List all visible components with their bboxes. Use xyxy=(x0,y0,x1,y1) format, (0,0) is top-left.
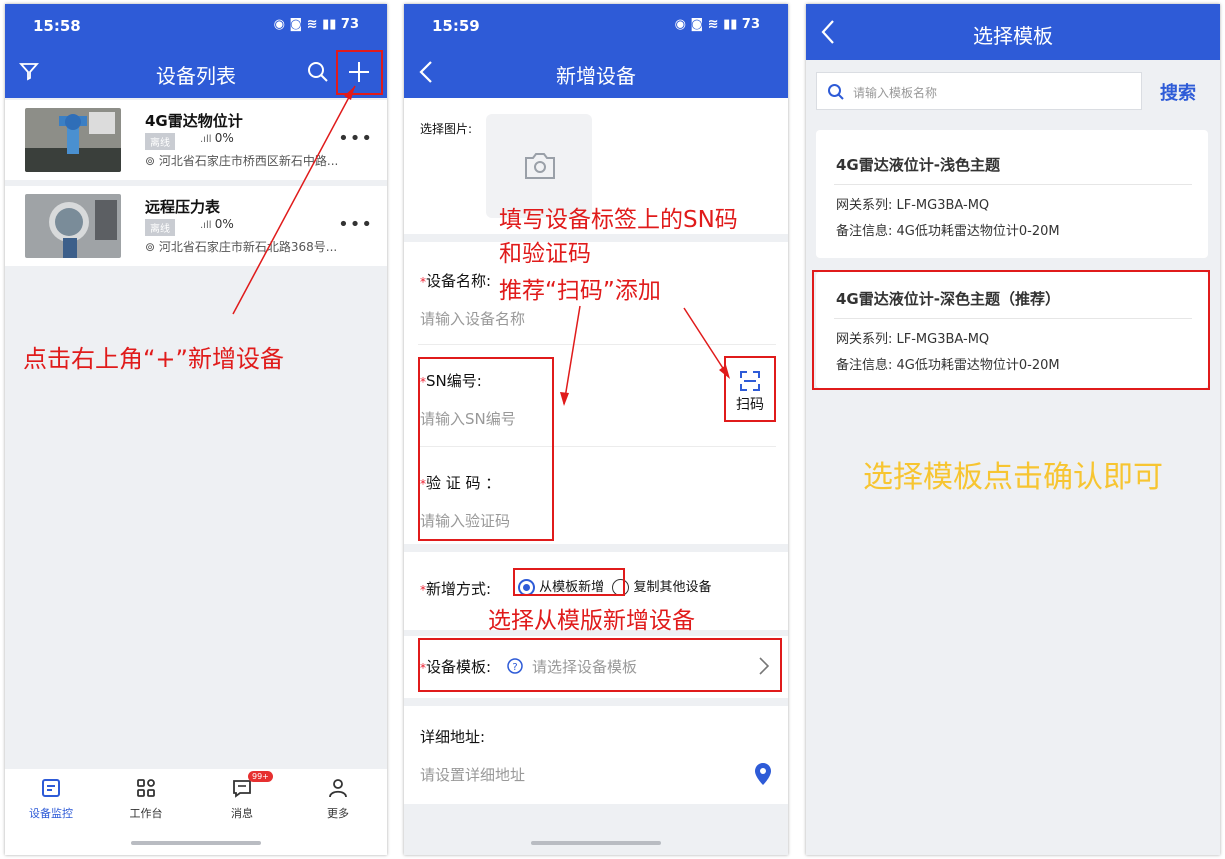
tab-device-monitor[interactable]: 设备监控 xyxy=(21,777,81,821)
annotation-add-device: 点击右上角“+”新增设备 xyxy=(23,345,284,373)
tab-more[interactable]: 更多 xyxy=(308,777,368,821)
divider xyxy=(834,184,1192,185)
search-icon xyxy=(828,84,844,100)
user-icon xyxy=(329,779,347,798)
page-title: 选择模板 xyxy=(973,24,1053,48)
bottom-tab-bar: 设备监控 工作台 消息 99+ 更多 xyxy=(5,769,387,855)
tab-label: 工作台 xyxy=(129,807,163,820)
template-card[interactable]: 4G雷达液位计-浅色主题 网关系列: LF-MG3BA-MQ 备注信息: 4G低… xyxy=(816,130,1208,258)
annotation-confirm: 选择模板点击确认即可 xyxy=(863,460,1163,495)
tab-label: 消息 xyxy=(231,807,253,820)
add-device-screen: 15:59 ◉ ◙ ≋ ▮▮ 73 新增设备 选择图片: *设备名称: 请输入设… xyxy=(404,4,788,855)
tab-label: 设备监控 xyxy=(29,807,73,820)
tab-workbench[interactable]: 工作台 xyxy=(116,777,176,821)
search-placeholder: 请输入模板名称 xyxy=(853,86,938,100)
template-name: 4G雷达液位计-浅色主题 xyxy=(836,156,1000,174)
template-gateway: 网关系列: LF-MG3BA-MQ xyxy=(836,198,990,213)
select-template-screen: 选择模板 请输入模板名称 搜索 4G雷达液位计-浅色主题 网关系列: LF-MG… xyxy=(806,4,1220,855)
annotation-arrow xyxy=(232,85,356,315)
annotation-arrows xyxy=(560,305,730,406)
search-input[interactable]: 请输入模板名称 xyxy=(816,72,1142,110)
annotation-box-template xyxy=(812,270,1210,390)
tab-label: 更多 xyxy=(327,807,349,820)
template-note: 备注信息: 4G低功耗雷达物位计0-20M xyxy=(836,224,1060,239)
unread-badge: 99+ xyxy=(248,771,273,782)
grid-icon xyxy=(137,779,155,797)
tab-messages[interactable]: 消息 99+ xyxy=(212,771,273,821)
search-button[interactable]: 搜索 xyxy=(1160,79,1196,105)
home-indicator xyxy=(131,841,261,845)
monitor-icon xyxy=(42,779,60,797)
nav-bar: 选择模板 xyxy=(806,4,1220,60)
device-list-screen: 15:58 ◉ ◙ ≋ ▮▮ 73 设备列表 4G雷达物位计 离线 .ıll 0… xyxy=(5,4,387,855)
